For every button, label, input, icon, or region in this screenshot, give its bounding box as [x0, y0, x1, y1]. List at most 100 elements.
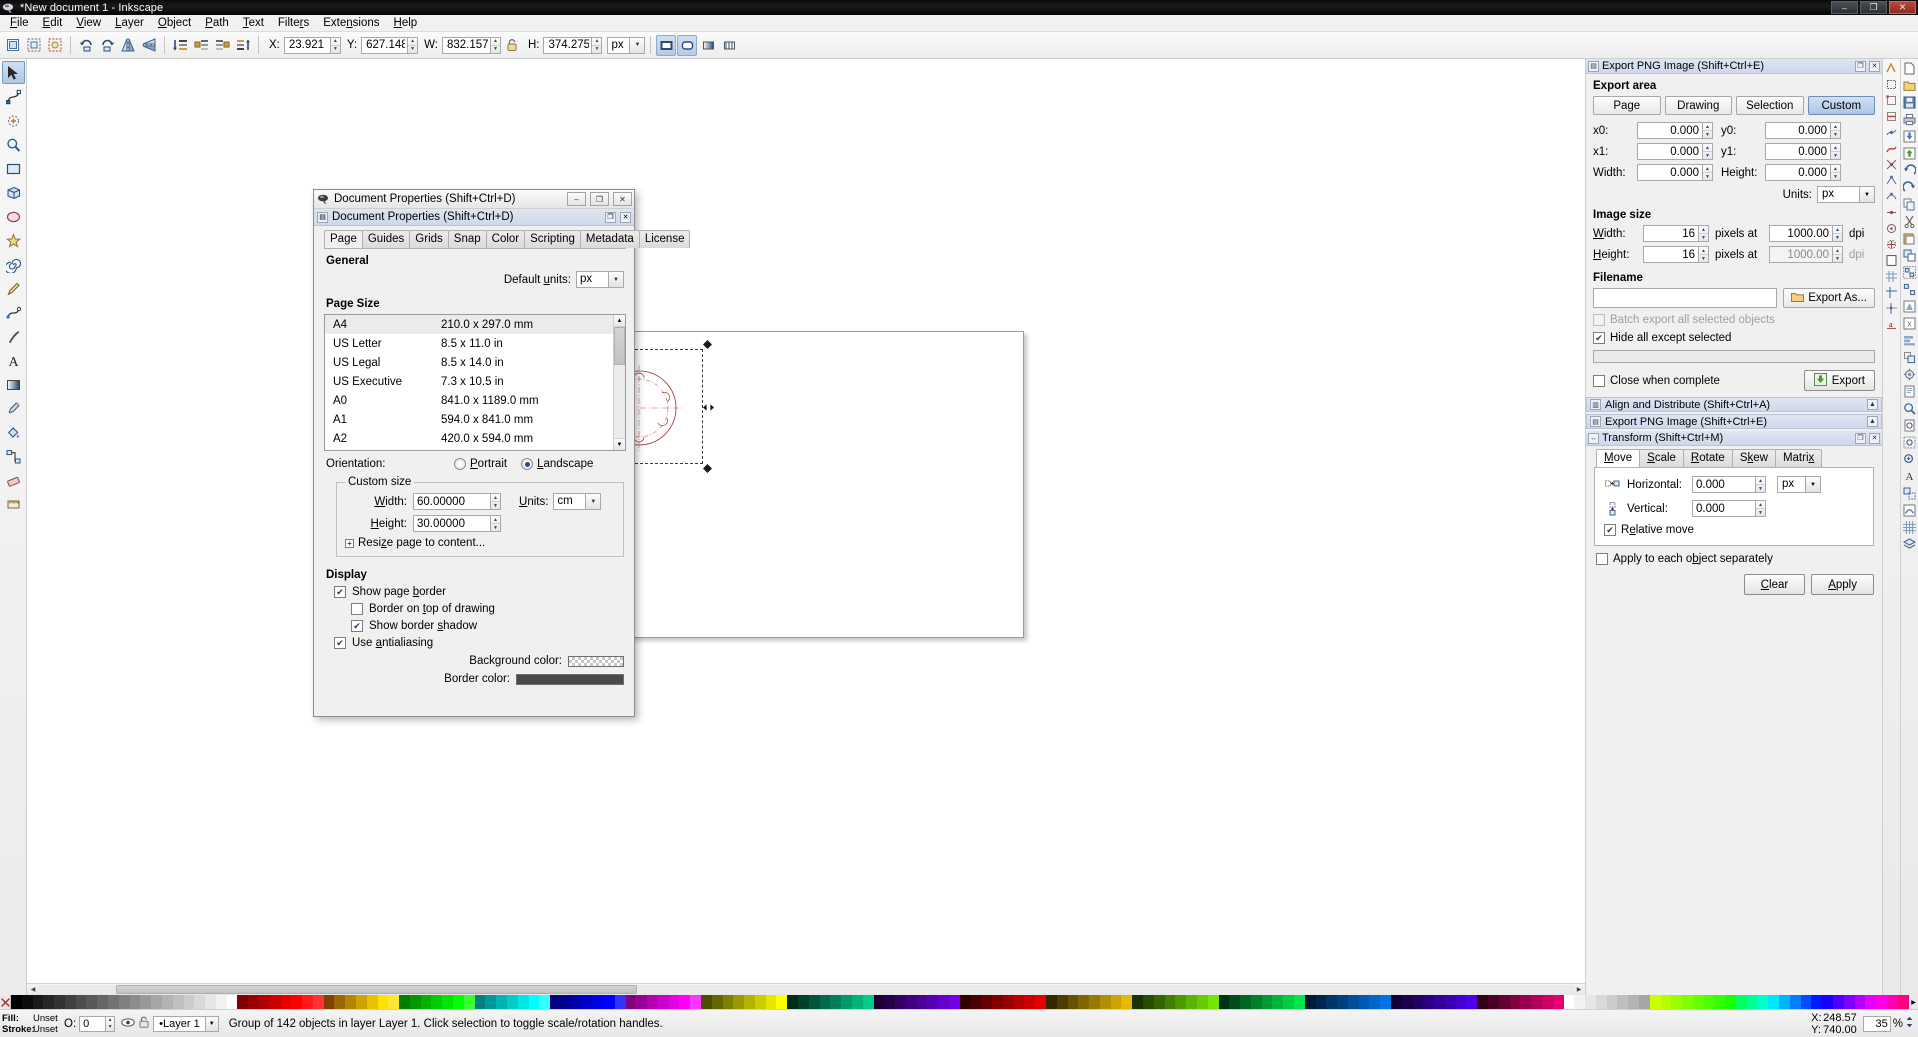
x0-spinner[interactable]: ▲ ▼ — [1702, 122, 1713, 139]
measure-tool[interactable] — [2, 493, 25, 516]
palette-swatch[interactable] — [420, 995, 432, 1009]
zoom-selection-icon[interactable] — [1902, 435, 1917, 450]
y-input[interactable] — [361, 36, 408, 54]
palette-swatch[interactable] — [1423, 995, 1435, 1009]
tab-page[interactable]: Page — [324, 230, 363, 248]
palette-swatch[interactable] — [571, 995, 583, 1009]
tab-guides[interactable]: Guides — [361, 230, 411, 248]
custom-width-input[interactable] — [413, 493, 490, 510]
palette-swatch[interactable] — [312, 995, 324, 1009]
text-dialog-icon[interactable]: A — [1902, 469, 1917, 484]
palette-swatch[interactable] — [64, 995, 76, 1009]
snap-bbox-corner-icon[interactable] — [1884, 93, 1899, 108]
palette-swatch[interactable] — [550, 995, 561, 1009]
menu-edit[interactable]: Edit — [36, 16, 70, 30]
rotate-90-ccw-icon[interactable] — [76, 35, 96, 56]
close-button[interactable]: ✕ — [1889, 1, 1916, 14]
print-icon[interactable] — [1902, 112, 1917, 127]
y0-spinner[interactable]: ▲ ▼ — [1830, 122, 1841, 139]
new-document-icon[interactable] — [1902, 61, 1917, 76]
w-input[interactable] — [441, 36, 490, 54]
export-expand-icon[interactable]: ▲ — [1867, 416, 1878, 427]
palette-swatch[interactable] — [1563, 995, 1575, 1009]
palette-swatch[interactable] — [161, 995, 173, 1009]
menu-layer[interactable]: Layer — [108, 16, 151, 30]
checkbox-close-when-complete[interactable] — [1593, 374, 1605, 387]
palette-swatch[interactable] — [884, 995, 896, 1009]
select-all-icon[interactable] — [3, 35, 23, 56]
image-width-spinner[interactable]: ▲ ▼ — [1698, 225, 1709, 242]
tweak-tool[interactable] — [2, 109, 25, 132]
hide-all-row[interactable]: Hide all except selected — [1593, 332, 1875, 344]
palette-swatch[interactable] — [366, 995, 378, 1009]
text-tool[interactable]: A — [2, 349, 25, 372]
panel-float-button[interactable]: ❐ — [605, 211, 616, 223]
palette-swatch[interactable] — [1822, 995, 1834, 1009]
w-spinner[interactable]: ▲ ▼ — [489, 36, 501, 54]
palette-swatch[interactable] — [43, 995, 55, 1009]
export-button[interactable]: Export — [1803, 370, 1875, 391]
menu-object[interactable]: Object — [151, 16, 198, 30]
palette-swatch[interactable] — [1261, 995, 1273, 1009]
palette-swatch[interactable] — [1520, 995, 1532, 1009]
palette-swatch[interactable] — [1401, 995, 1413, 1009]
open-document-icon[interactable] — [1902, 78, 1917, 93]
border-on-top-row[interactable]: Border on top of drawing — [351, 603, 626, 615]
palette-swatch[interactable] — [1067, 995, 1079, 1009]
trace-bitmap-icon[interactable] — [1902, 503, 1917, 518]
palette-swatch[interactable] — [1347, 995, 1359, 1009]
palette-swatch[interactable] — [388, 995, 400, 1009]
x1-input[interactable] — [1637, 143, 1702, 160]
palette-swatch[interactable] — [1283, 995, 1294, 1009]
dropper-tool[interactable] — [2, 397, 25, 420]
palette-swatch[interactable] — [1121, 995, 1133, 1009]
snap-smooth-icon[interactable] — [1884, 189, 1899, 204]
palette-swatch[interactable] — [1477, 995, 1489, 1009]
palette-swatch[interactable] — [873, 995, 885, 1009]
checkbox-relative-move[interactable] — [1604, 524, 1616, 536]
custom-height-input[interactable] — [413, 515, 490, 532]
horizontal-spinner[interactable]: ▲ ▼ — [1755, 476, 1766, 493]
palette-swatch[interactable] — [1595, 995, 1607, 1009]
checkbox-apply-each-separately[interactable] — [1596, 553, 1608, 565]
palette-swatch[interactable] — [992, 995, 1003, 1009]
palette-swatch[interactable] — [1455, 995, 1467, 1009]
palette-swatch[interactable] — [593, 995, 604, 1009]
palette-swatch[interactable] — [75, 995, 87, 1009]
snap-cusp-icon[interactable] — [1884, 173, 1899, 188]
undo-icon[interactable] — [1902, 163, 1917, 178]
eraser-tool[interactable] — [2, 469, 25, 492]
apply-button[interactable]: Apply — [1811, 574, 1874, 595]
units-combo[interactable]: px ▼ — [607, 36, 646, 54]
palette-swatch[interactable] — [377, 995, 389, 1009]
calligraphy-tool[interactable] — [2, 325, 25, 348]
palette-swatch[interactable] — [938, 995, 949, 1009]
palette-swatch[interactable] — [1240, 995, 1251, 1009]
image-height-field[interactable]: ▲▼ — [1643, 246, 1709, 263]
palette-swatch[interactable] — [647, 995, 658, 1009]
y-spinner[interactable]: ▲ ▼ — [407, 36, 419, 54]
image-width-input[interactable] — [1643, 225, 1698, 242]
palette-swatch[interactable] — [582, 995, 594, 1009]
ungroup-icon[interactable] — [1902, 282, 1917, 297]
snap-guides-icon[interactable] — [1884, 285, 1899, 300]
palette-swatch[interactable] — [1143, 995, 1154, 1009]
palette-none-icon[interactable] — [0, 995, 11, 1009]
palette-swatch[interactable] — [765, 995, 777, 1009]
palette-swatch[interactable] — [1358, 995, 1370, 1009]
document-properties-dialog[interactable]: Document Properties (Shift+Ctrl+D) – ❐ ✕… — [313, 189, 691, 717]
palette-swatch[interactable] — [1110, 995, 1122, 1009]
y0-input[interactable] — [1765, 122, 1830, 139]
horizontal-input[interactable] — [1692, 476, 1755, 493]
palette-swatch[interactable] — [1391, 995, 1402, 1009]
palette-swatch[interactable] — [830, 995, 842, 1009]
checkbox-hide-all-except-selected[interactable] — [1593, 332, 1605, 344]
y1-field[interactable]: ▲▼ — [1765, 143, 1841, 160]
panel-close-button[interactable]: ✕ — [620, 211, 631, 223]
palette-swatch[interactable] — [1153, 995, 1165, 1009]
palette-swatch[interactable] — [1606, 995, 1618, 1009]
palette-swatch[interactable] — [1186, 995, 1197, 1009]
menu-filters[interactable]: Filters — [271, 16, 316, 30]
palette-swatch[interactable] — [1649, 995, 1661, 1009]
palette-swatch[interactable] — [1714, 995, 1726, 1009]
